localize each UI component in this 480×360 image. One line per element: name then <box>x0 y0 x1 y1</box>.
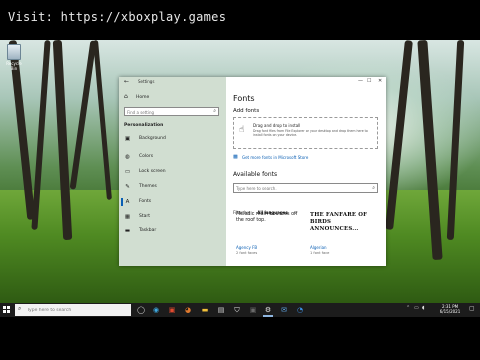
sidebar-item-label: Themes <box>139 184 157 189</box>
fonts-search-input[interactable] <box>236 185 364 192</box>
windows-logo-icon <box>3 306 6 309</box>
sidebar-item-label: Lock screen <box>139 169 166 174</box>
available-fonts-heading: Available fonts <box>233 171 278 178</box>
edge-legacy-icon[interactable]: ◔ <box>295 305 305 315</box>
title-bar[interactable]: ← Settings <box>119 77 226 87</box>
home-icon: ⌂ <box>124 93 128 100</box>
font-preview: THE FANFARE OF BIRDS ANNOUNCES... <box>310 212 368 232</box>
font-face-count: 1 font face <box>310 251 330 255</box>
drop-zone-title: Drag and drop to install <box>253 123 301 128</box>
font-name: Algerian <box>310 245 327 250</box>
settings-sidebar: ← Settings ⌂ Home ⌕ Personalization ▣ Ba… <box>119 77 226 266</box>
sidebar-item-label: Taskbar <box>139 228 157 233</box>
sidebar-item-home[interactable]: ⌂ Home <box>124 93 222 102</box>
font-icon: A <box>125 198 130 205</box>
taskbar-icon: ▬ <box>124 227 131 234</box>
app-icon[interactable]: ▣ <box>248 305 258 315</box>
volume-icon[interactable]: ◖ <box>422 305 425 311</box>
lock-screen-icon: ▭ <box>124 168 131 175</box>
font-preview: Melodic main bounces off the roof top. <box>236 212 298 223</box>
search-icon: ⌕ <box>372 185 375 191</box>
drag-drop-icon: ☝ <box>239 125 245 135</box>
start-icon: ▦ <box>124 213 131 220</box>
network-icon[interactable]: ▭ <box>414 305 419 311</box>
font-card-agency-fb[interactable]: Melodic main bounces off the roof top. A… <box>233 210 303 260</box>
sidebar-item-start[interactable]: ▦ Start <box>124 212 222 222</box>
start-button[interactable] <box>3 306 11 314</box>
maximize-icon[interactable]: ☐ <box>367 78 371 84</box>
font-face-count: 2 font faces <box>236 251 258 255</box>
settings-gear-icon[interactable]: ⚙ <box>263 305 273 315</box>
section-heading: Personalization <box>124 123 164 128</box>
store-link[interactable]: ▩ Get more fonts in Microsoft Store <box>233 154 383 161</box>
close-icon[interactable]: ✕ <box>378 78 382 84</box>
watermark-text: Visit: https://xboxplay.games <box>8 10 227 24</box>
sidebar-item-colors[interactable]: ◍ Colors <box>124 152 222 162</box>
minimize-icon[interactable]: — <box>358 78 363 84</box>
settings-content: — ☐ ✕ Fonts Add fonts ☝ Drag and drop to… <box>226 77 386 266</box>
brush-icon: ✎ <box>125 183 130 190</box>
window-title: Settings <box>138 79 155 84</box>
palm-trunk <box>69 40 97 190</box>
taskbar: ⌕ ◯ ◉ ▣ ◕ ▬ ▤ ⛉ ▣ ⚙ ✉ ◔ ⌃ ▭ ◖ 2:31 PM 6/… <box>0 303 480 317</box>
page-title: Fonts <box>233 94 255 103</box>
task-view-icon[interactable]: ◯ <box>136 305 146 315</box>
store-link-label: Get more fonts in Microsoft Store <box>242 155 309 160</box>
store-bag-icon[interactable]: ⛉ <box>232 305 242 315</box>
clock-date: 6/15/2021 <box>439 309 461 314</box>
store-icon: ▩ <box>233 154 238 160</box>
palm-trunk <box>93 40 112 200</box>
firefox-icon[interactable]: ◕ <box>183 305 193 315</box>
edge-icon[interactable]: ◉ <box>151 305 161 315</box>
taskbar-search-input[interactable] <box>27 307 127 313</box>
file-explorer-icon[interactable]: ▬ <box>200 305 210 315</box>
chevron-up-icon[interactable]: ⌃ <box>406 305 410 311</box>
font-card-algerian[interactable]: THE FANFARE OF BIRDS ANNOUNCES... Algeri… <box>307 210 377 260</box>
notification-icon[interactable]: ▢ <box>469 305 475 312</box>
settings-window[interactable]: ← Settings ⌂ Home ⌕ Personalization ▣ Ba… <box>119 77 386 266</box>
sidebar-item-label: Start <box>139 214 150 219</box>
add-fonts-heading: Add fonts <box>233 108 260 114</box>
language-filter[interactable]: Filter by: All languages ⌄ <box>233 199 297 215</box>
sidebar-item-themes[interactable]: ✎ Themes <box>124 182 222 192</box>
photos-icon[interactable]: ▤ <box>216 305 226 315</box>
sidebar-item-label: Colors <box>139 154 154 159</box>
recycle-bin-label: Recycle Bin <box>6 61 22 71</box>
sidebar-item-background[interactable]: ▣ Background <box>124 134 222 144</box>
back-arrow-icon[interactable]: ← <box>124 78 129 85</box>
office-icon[interactable]: ▣ <box>167 305 177 315</box>
settings-search-box[interactable]: ⌕ <box>124 107 219 116</box>
picture-icon: ▣ <box>124 135 131 142</box>
palette-icon: ◍ <box>125 153 130 160</box>
watermark-banner: Visit: https://xboxplay.games <box>0 0 480 40</box>
mail-icon[interactable]: ✉ <box>279 305 289 315</box>
settings-search-input[interactable] <box>127 109 205 115</box>
recycle-bin-icon <box>7 44 21 60</box>
sidebar-item-label: Home <box>136 95 150 100</box>
sidebar-item-label: Background <box>139 136 166 141</box>
taskbar-clock[interactable]: 2:31 PM 6/15/2021 <box>432 304 468 314</box>
recycle-bin-shortcut[interactable]: Recycle Bin <box>3 44 25 71</box>
taskbar-search-box[interactable]: ⌕ <box>15 304 131 316</box>
system-tray: ⌃ ▭ ◖ <box>406 305 430 315</box>
sidebar-item-lock-screen[interactable]: ▭ Lock screen <box>124 167 222 177</box>
drop-zone-description: Drag font files from File Explorer or yo… <box>253 129 368 137</box>
search-icon: ⌕ <box>18 305 22 312</box>
sidebar-item-taskbar[interactable]: ▬ Taskbar <box>124 226 222 236</box>
font-name: Agency FB <box>236 245 258 250</box>
bottom-letterbox <box>0 317 480 360</box>
fonts-search-box[interactable]: ⌕ <box>233 183 378 193</box>
font-drop-zone[interactable]: ☝ Drag and drop to install Drag font fil… <box>233 117 378 149</box>
sidebar-item-label: Fonts <box>139 199 152 204</box>
search-icon: ⌕ <box>213 108 216 114</box>
sidebar-item-fonts[interactable]: A Fonts <box>121 197 222 207</box>
